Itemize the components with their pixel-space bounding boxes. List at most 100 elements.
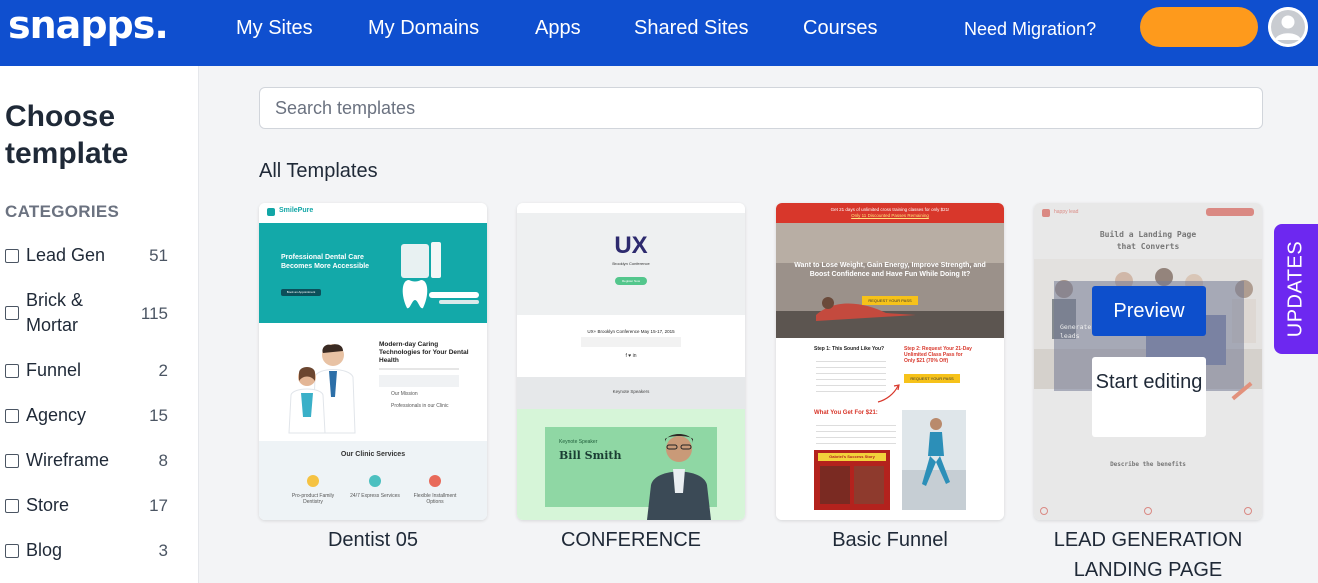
thumb-hero-button: Book an Appointment: [281, 289, 321, 296]
thumb-text-block: [379, 375, 459, 387]
category-sidebar: Choose template CATEGORIES Lead Gen 51 B…: [0, 66, 199, 583]
thumb-navbar: [517, 203, 745, 213]
thumb-speaker-card: Keynote Speaker Bill Smith: [517, 409, 745, 520]
thumb-logo: UX: [614, 232, 648, 259]
category-checkbox[interactable]: [5, 454, 19, 468]
thumb-story-photo-2: [854, 466, 884, 504]
thumb-step2: Step 2: Request Your 21-Day Unlimited Cl…: [904, 346, 972, 364]
category-label: Brick & Mortar: [26, 290, 84, 335]
template-name: Basic Funnel: [832, 529, 948, 551]
thumb-banner-2: Only 11 Discounted Passes Remaining: [851, 213, 929, 218]
user-avatar[interactable]: [1268, 7, 1308, 47]
clock-icon: [369, 475, 381, 487]
template-name: LEAD GENERATION LANDING PAGE: [1053, 529, 1243, 581]
category-checkbox[interactable]: [5, 364, 19, 378]
category-count: 2: [158, 361, 168, 380]
template-card-conference[interactable]: UX Brooklyn Conference Register Now UX+ …: [517, 203, 745, 520]
thumb-services: Our Clinic Services Pro-product Family D…: [259, 441, 487, 520]
thumb-logo-sub: Brooklyn Conference: [612, 261, 650, 266]
thumb-speaker-name: Bill Smith: [559, 449, 622, 462]
thumb-hero: UX Brooklyn Conference Register Now: [517, 203, 745, 315]
thumb-hero-text: Professional Dental Care Becomes More Ac…: [281, 254, 370, 270]
search-templates-input[interactable]: [259, 87, 1263, 129]
category-label: Funnel: [26, 360, 82, 380]
category-count: 115: [140, 304, 168, 323]
template-name: CONFERENCE: [560, 529, 701, 551]
thumb-list-2: [816, 420, 896, 446]
upgrade-button[interactable]: [1140, 7, 1258, 47]
thumb-speakers: Keynote Speakers: [517, 377, 745, 409]
thumb-about-title: Modern-day Caring Technologies for Your …: [379, 341, 469, 364]
category-label: Lead Gen: [26, 245, 106, 265]
dental-tools-icon: [401, 242, 479, 309]
thumb-professionals: Professionals in our Clinic: [391, 403, 449, 409]
tooth-icon: [307, 475, 319, 487]
nav-my-sites[interactable]: My Sites: [236, 16, 313, 40]
card-icon: [429, 475, 441, 487]
category-funnel[interactable]: Funnel 2: [5, 358, 175, 384]
snapps-logo[interactable]: snapps.: [8, 2, 169, 48]
thumb-divider: [379, 368, 459, 370]
thumb-story-photo: [820, 466, 850, 504]
category-lead-gen[interactable]: Lead Gen 51: [5, 243, 175, 269]
updates-tab[interactable]: UPDATES: [1274, 224, 1318, 354]
start-editing-button[interactable]: Start editing: [1092, 357, 1206, 437]
thumb-story-title: Gabriel's Success Story: [818, 453, 886, 461]
thumb-body: Step 1: This Sound Like You? Step 2: Req…: [776, 338, 1004, 520]
doctors-image: [288, 344, 356, 434]
category-count: 51: [149, 246, 168, 265]
category-brick-mortar[interactable]: Brick & Mortar 115: [5, 288, 175, 338]
thumb-story: Gabriel's Success Story: [814, 450, 890, 510]
category-count: 3: [158, 541, 168, 560]
social-icons: f ♥ in: [625, 353, 637, 359]
category-count: 17: [149, 496, 168, 515]
category-label: Store: [26, 495, 70, 515]
runner-photo: [902, 410, 966, 510]
category-count: 15: [149, 406, 168, 425]
category-label: Blog: [26, 540, 63, 560]
category-store[interactable]: Store 17: [5, 493, 175, 519]
arrow-icon: [877, 384, 900, 403]
nav-shared-sites[interactable]: Shared Sites: [634, 16, 749, 40]
user-icon: [1268, 7, 1308, 47]
tooth-logo-icon: [267, 208, 275, 216]
category-wireframe[interactable]: Wireframe 8: [5, 448, 175, 474]
thumb-banner: Get 21 days of unlimited cross training …: [776, 203, 1004, 223]
category-label: Agency: [26, 405, 87, 425]
nav-courses[interactable]: Courses: [803, 16, 877, 40]
preview-button[interactable]: Preview: [1092, 286, 1206, 336]
thumb-about: UX+ Brooklyn Conference May 15-17, 2015 …: [517, 315, 745, 377]
categories-heading: CATEGORIES: [5, 202, 120, 221]
category-label: Wireframe: [26, 450, 110, 470]
thumb-hero-text: Want to Lose Weight, Gain Energy, Improv…: [794, 262, 986, 278]
template-card-basic-funnel[interactable]: Get 21 days of unlimited cross training …: [776, 203, 1004, 520]
category-checkbox[interactable]: [5, 249, 19, 263]
speaker-photo: [647, 434, 711, 520]
category-blog[interactable]: Blog 3: [5, 538, 175, 564]
category-checkbox[interactable]: [5, 499, 19, 513]
gym-photo: [776, 223, 1004, 338]
nav-my-domains[interactable]: My Domains: [368, 16, 479, 40]
category-checkbox[interactable]: [5, 409, 19, 423]
category-agency[interactable]: Agency 15: [5, 403, 175, 429]
thumb-navbar: SmilePure: [259, 203, 487, 223]
thumb-get: What You Get For $21:: [814, 410, 878, 416]
thumb-mission: Our Mission: [391, 391, 418, 397]
category-checkbox[interactable]: [5, 544, 19, 558]
thumb-step2-button: REQUEST YOUR PASS: [904, 374, 960, 383]
top-navbar: snapps. My Sites My Domains Apps Shared …: [0, 0, 1318, 66]
thumb-register-button: Register Now: [615, 277, 647, 285]
thumb-speaker-role: Keynote Speaker: [559, 439, 598, 445]
thumb-hero: Want to Lose Weight, Gain Energy, Improv…: [776, 223, 1004, 338]
updates-label: UPDATES: [1284, 240, 1307, 338]
template-name: Dentist 05: [327, 529, 419, 551]
category-checkbox[interactable]: [5, 306, 19, 320]
thumb-speakers-title: Keynote Speakers: [612, 389, 650, 394]
thumb-hero: Professional Dental Care Becomes More Ac…: [259, 223, 487, 323]
thumb-banner-1: Get 21 days of unlimited cross training …: [830, 207, 950, 212]
nav-apps[interactable]: Apps: [535, 16, 581, 40]
template-card-dentist[interactable]: SmilePure Professional Dental Care Becom…: [259, 203, 487, 520]
need-migration-link[interactable]: Need Migration?: [964, 18, 1096, 40]
thumb-date: UX+ Brooklyn Conference May 15-17, 2015: [587, 329, 675, 334]
template-card-lead-generation[interactable]: happy lead Build a Landing Page that Con…: [1034, 203, 1262, 520]
